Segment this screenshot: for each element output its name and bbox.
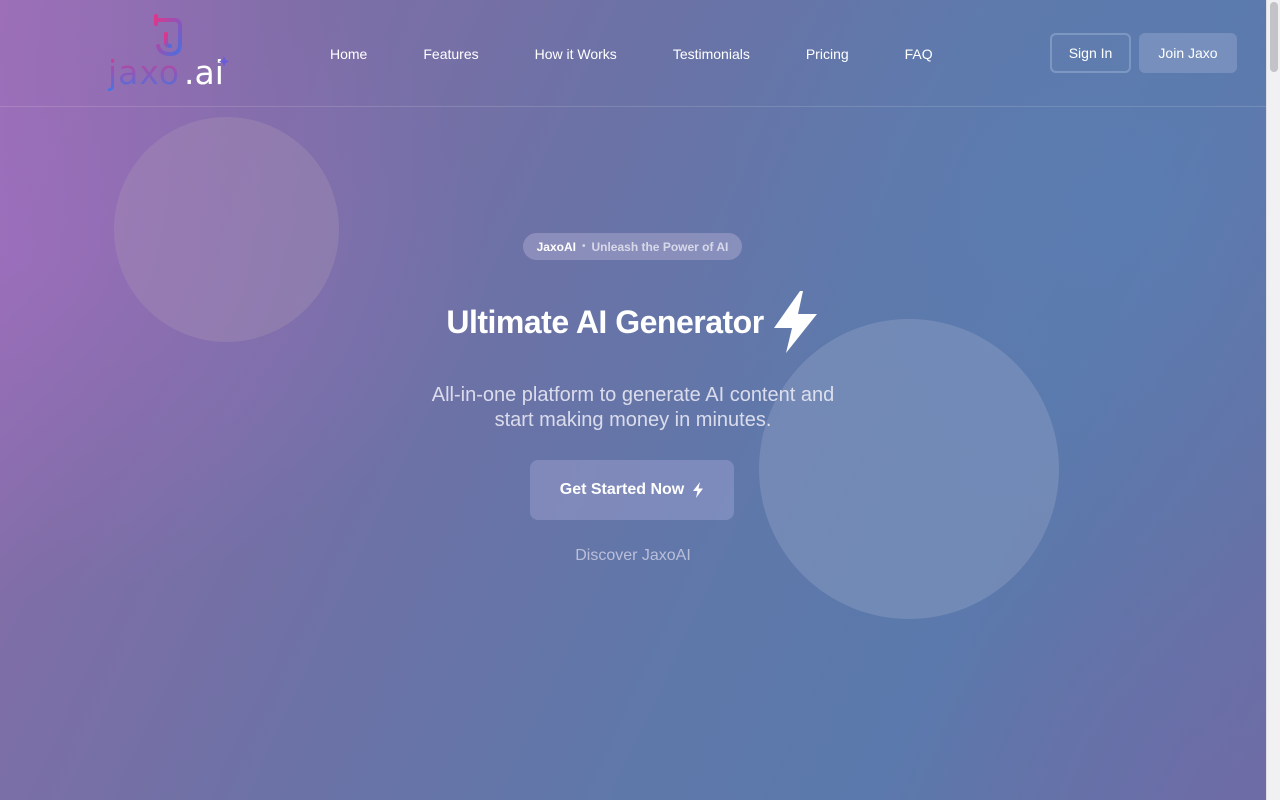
svg-text:jaxo: jaxo	[108, 53, 180, 92]
hero-badge-brand: JaxoAI	[536, 239, 576, 254]
hero-subtitle: All-in-one platform to generate AI conte…	[0, 383, 1266, 433]
join-jaxo-button[interactable]: Join Jaxo	[1139, 33, 1237, 73]
hero-title: Ultimate AI Generator	[446, 303, 764, 340]
site-header: jaxo .ai Home Features How it Works Test…	[0, 0, 1266, 107]
lightning-bolt-icon	[693, 482, 704, 498]
jaxo-logo-icon: jaxo .ai	[107, 14, 229, 92]
nav-pricing[interactable]: Pricing	[806, 46, 849, 62]
nav-faq[interactable]: FAQ	[905, 46, 933, 62]
decorative-circle-right	[759, 319, 1059, 619]
nav-features[interactable]: Features	[423, 46, 478, 62]
nav-testimonials[interactable]: Testimonials	[673, 46, 750, 62]
hero-badge: JaxoAI • Unleash the Power of AI	[523, 233, 742, 260]
hero-title-row: Ultimate AI Generator	[0, 290, 1266, 354]
hero-badge-separator: •	[581, 241, 586, 252]
hero-subtitle-line-2: start making money in minutes.	[494, 409, 772, 431]
sign-in-button[interactable]: Sign In	[1050, 33, 1131, 73]
nav-home[interactable]: Home	[330, 46, 367, 62]
get-started-button[interactable]: Get Started Now	[530, 460, 734, 520]
page-scrollbar[interactable]	[1266, 0, 1280, 800]
discover-link[interactable]: Discover JaxoAI	[0, 547, 1266, 565]
page: jaxo .ai Home Features How it Works Test…	[0, 0, 1266, 800]
lightning-bolt-icon	[773, 291, 817, 353]
nav-how-it-works[interactable]: How it Works	[535, 46, 617, 62]
hero-badge-tagline: Unleash the Power of AI	[591, 239, 729, 254]
hero-subtitle-line-1: All-in-one platform to generate AI conte…	[431, 384, 835, 406]
get-started-label: Get Started Now	[559, 481, 685, 498]
jaxo-logo[interactable]: jaxo .ai	[107, 14, 233, 94]
svg-text:.ai: .ai	[184, 53, 224, 92]
scrollbar-thumb[interactable]	[1270, 2, 1278, 72]
main-nav: Home Features How it Works Testimonials …	[302, 0, 961, 107]
